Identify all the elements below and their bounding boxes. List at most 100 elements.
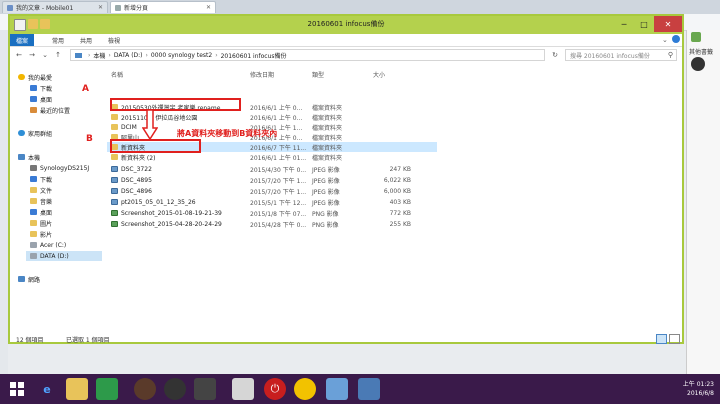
browser-side-panel: 其他書籤 [686,30,720,374]
label-a: A [82,84,89,94]
search-input[interactable]: 搜尋 20160601 infocus備份 ⚲ [565,49,677,61]
minimize-button[interactable]: ─ [614,16,634,32]
tab-view[interactable]: 檢視 [102,34,126,46]
tab-home[interactable]: 常用 [46,34,70,46]
drive-icon [30,242,37,248]
breadcrumb-this-pc[interactable]: 本機 [93,51,105,60]
nav-drive-c[interactable]: Acer (C:) [30,240,66,250]
app-window-icon[interactable] [232,378,254,400]
media-icon[interactable] [134,378,156,400]
nav-desktop[interactable]: 桌面 [30,94,52,104]
file-row[interactable]: DSC_4896 2015/7/20 下午 1... JPEG 影像 6,000 KB [107,186,437,196]
music-icon [30,198,37,204]
refresh-icon[interactable]: ↻ [550,50,560,60]
nav-network[interactable]: 網路 [18,274,40,284]
file-type: PNG 影像 [312,221,339,229]
nav-desktop-pc[interactable]: 桌面 [30,207,52,217]
folder-icon [111,114,118,120]
file-row[interactable]: DSC_3722 2015/4/30 下午 0... JPEG 影像 247 KB [107,164,437,174]
chevron-down-icon[interactable]: ⌄ [662,36,668,44]
file-row[interactable]: pt2015_05_01_12_35_26 2015/5/1 下午 12... JP… [107,197,437,207]
large-icons-view-icon[interactable] [669,334,680,344]
file-row[interactable]: Screenshot_2015-04-28-20-24-29 2015/4/28 … [107,219,437,229]
file-size: 255 KB [389,220,411,228]
title-bar: 20160601 infocus備份 ─ □ ✕ [10,16,682,34]
nav-label: 本機 [28,154,41,162]
tab-close-icon[interactable]: ✕ [98,4,103,11]
file-size: 6,000 KB [383,187,411,195]
app-icon[interactable] [358,378,380,400]
file-date: 2015/4/30 下午 0... [250,166,307,174]
column-header-name[interactable]: 名稱 [111,70,123,79]
browser-tab-mobile01[interactable]: 我的文章 - Mobile01 ✕ [2,1,108,13]
column-header-date[interactable]: 修改日期 [250,70,274,79]
photos-icon[interactable] [326,378,348,400]
nav-label: DATA (D:) [40,252,69,260]
image-file-icon [111,188,118,194]
address-bar[interactable]: › 本機 › DATA (D:) › 0000 synology test2 ›… [70,49,545,61]
nav-synology[interactable]: SynologyDS215J [30,163,89,173]
file-row[interactable]: Screenshot_2015-01-08-19-21-39 2015/1/8 下… [107,208,437,218]
breadcrumb-data-drive[interactable]: DATA (D:) [114,52,143,59]
file-type: JPEG 影像 [312,199,340,207]
store-icon[interactable] [691,32,701,42]
nav-recent[interactable]: 最近的位置 [30,105,70,115]
search-icon[interactable]: ⚲ [668,51,673,59]
file-row[interactable]: 新資料夾 (2) 2016/6/1 上午 01... 檔案資料夾 [107,152,437,162]
breadcrumb-synology[interactable]: 0000 synology test2 [151,52,212,59]
window-title: 20160601 infocus備份 [307,20,385,28]
nav-music[interactable]: 音樂 [30,196,52,206]
app-icon[interactable] [194,378,216,400]
system-clock[interactable]: 上午 01:23 2016/6/8 [683,380,714,398]
tab-file[interactable]: 檔案 [10,34,35,46]
avatar[interactable] [691,57,705,71]
nav-homegroup[interactable]: 家用群組 [18,128,52,138]
nav-videos[interactable]: 影片 [30,229,52,239]
close-button[interactable]: ✕ [654,16,682,32]
column-header-type[interactable]: 類型 [312,70,324,79]
up-icon[interactable]: ↑ [53,50,63,60]
file-date: 2016/6/7 下午 11... [250,144,307,152]
nav-favorites[interactable]: 我的最愛 [18,72,52,82]
nav-pictures[interactable]: 圖片 [30,218,52,228]
nav-label: SynologyDS215J [40,164,90,172]
nav-documents[interactable]: 文件 [30,185,52,195]
back-icon[interactable]: ← [14,50,24,60]
file-type: 檔案資料夾 [312,114,343,122]
highlight-box-a [110,98,241,111]
homegroup-icon [18,130,25,136]
details-view-icon[interactable] [656,334,667,344]
file-explorer-icon[interactable] [66,378,88,400]
start-button[interactable] [6,378,28,400]
file-name: DSC_3722 [121,165,152,173]
windows-logo-icon [10,382,24,396]
column-header-size[interactable]: 大小 [373,70,385,79]
nav-label: 我的最愛 [28,74,53,82]
maximize-button[interactable]: □ [634,16,654,32]
nav-drive-d[interactable]: DATA (D:) [26,251,102,261]
tab-label: 我的文章 - Mobile01 [16,5,74,12]
file-date: 2016/6/1 上午 0... [250,104,303,112]
ie-icon[interactable]: e [36,378,58,400]
tab-close-icon[interactable]: ✕ [206,4,211,11]
nav-downloads[interactable]: 下載 [30,83,52,93]
chrome-icon[interactable] [294,378,316,400]
forward-icon[interactable]: → [27,50,37,60]
power-icon[interactable]: ⏻ [264,378,286,400]
image-file-icon [111,166,118,172]
speaker-icon[interactable] [164,378,186,400]
file-row[interactable]: DSC_4895 2015/7/20 下午 1... JPEG 影像 6,022 KB [107,175,437,185]
chevron-down-icon[interactable]: ⌄ [40,50,50,60]
nav-downloads-pc[interactable]: 下載 [30,174,52,184]
other-bookmarks-label[interactable]: 其他書籤 [689,47,713,56]
help-icon[interactable] [672,35,680,43]
file-type: 檔案資料夾 [312,134,343,142]
nav-this-pc[interactable]: 本機 [18,152,40,162]
file-type: PNG 影像 [312,210,339,218]
file-type: JPEG 影像 [312,166,340,174]
tab-share[interactable]: 共用 [74,34,98,46]
browser-tab-strip: 我的文章 - Mobile01 ✕ 新增分頁 ✕ [0,0,720,14]
browser-tab-new[interactable]: 新增分頁 ✕ [110,1,216,13]
store-icon[interactable] [96,378,118,400]
breadcrumb-current[interactable]: 20160601 infocus備份 [221,51,287,60]
